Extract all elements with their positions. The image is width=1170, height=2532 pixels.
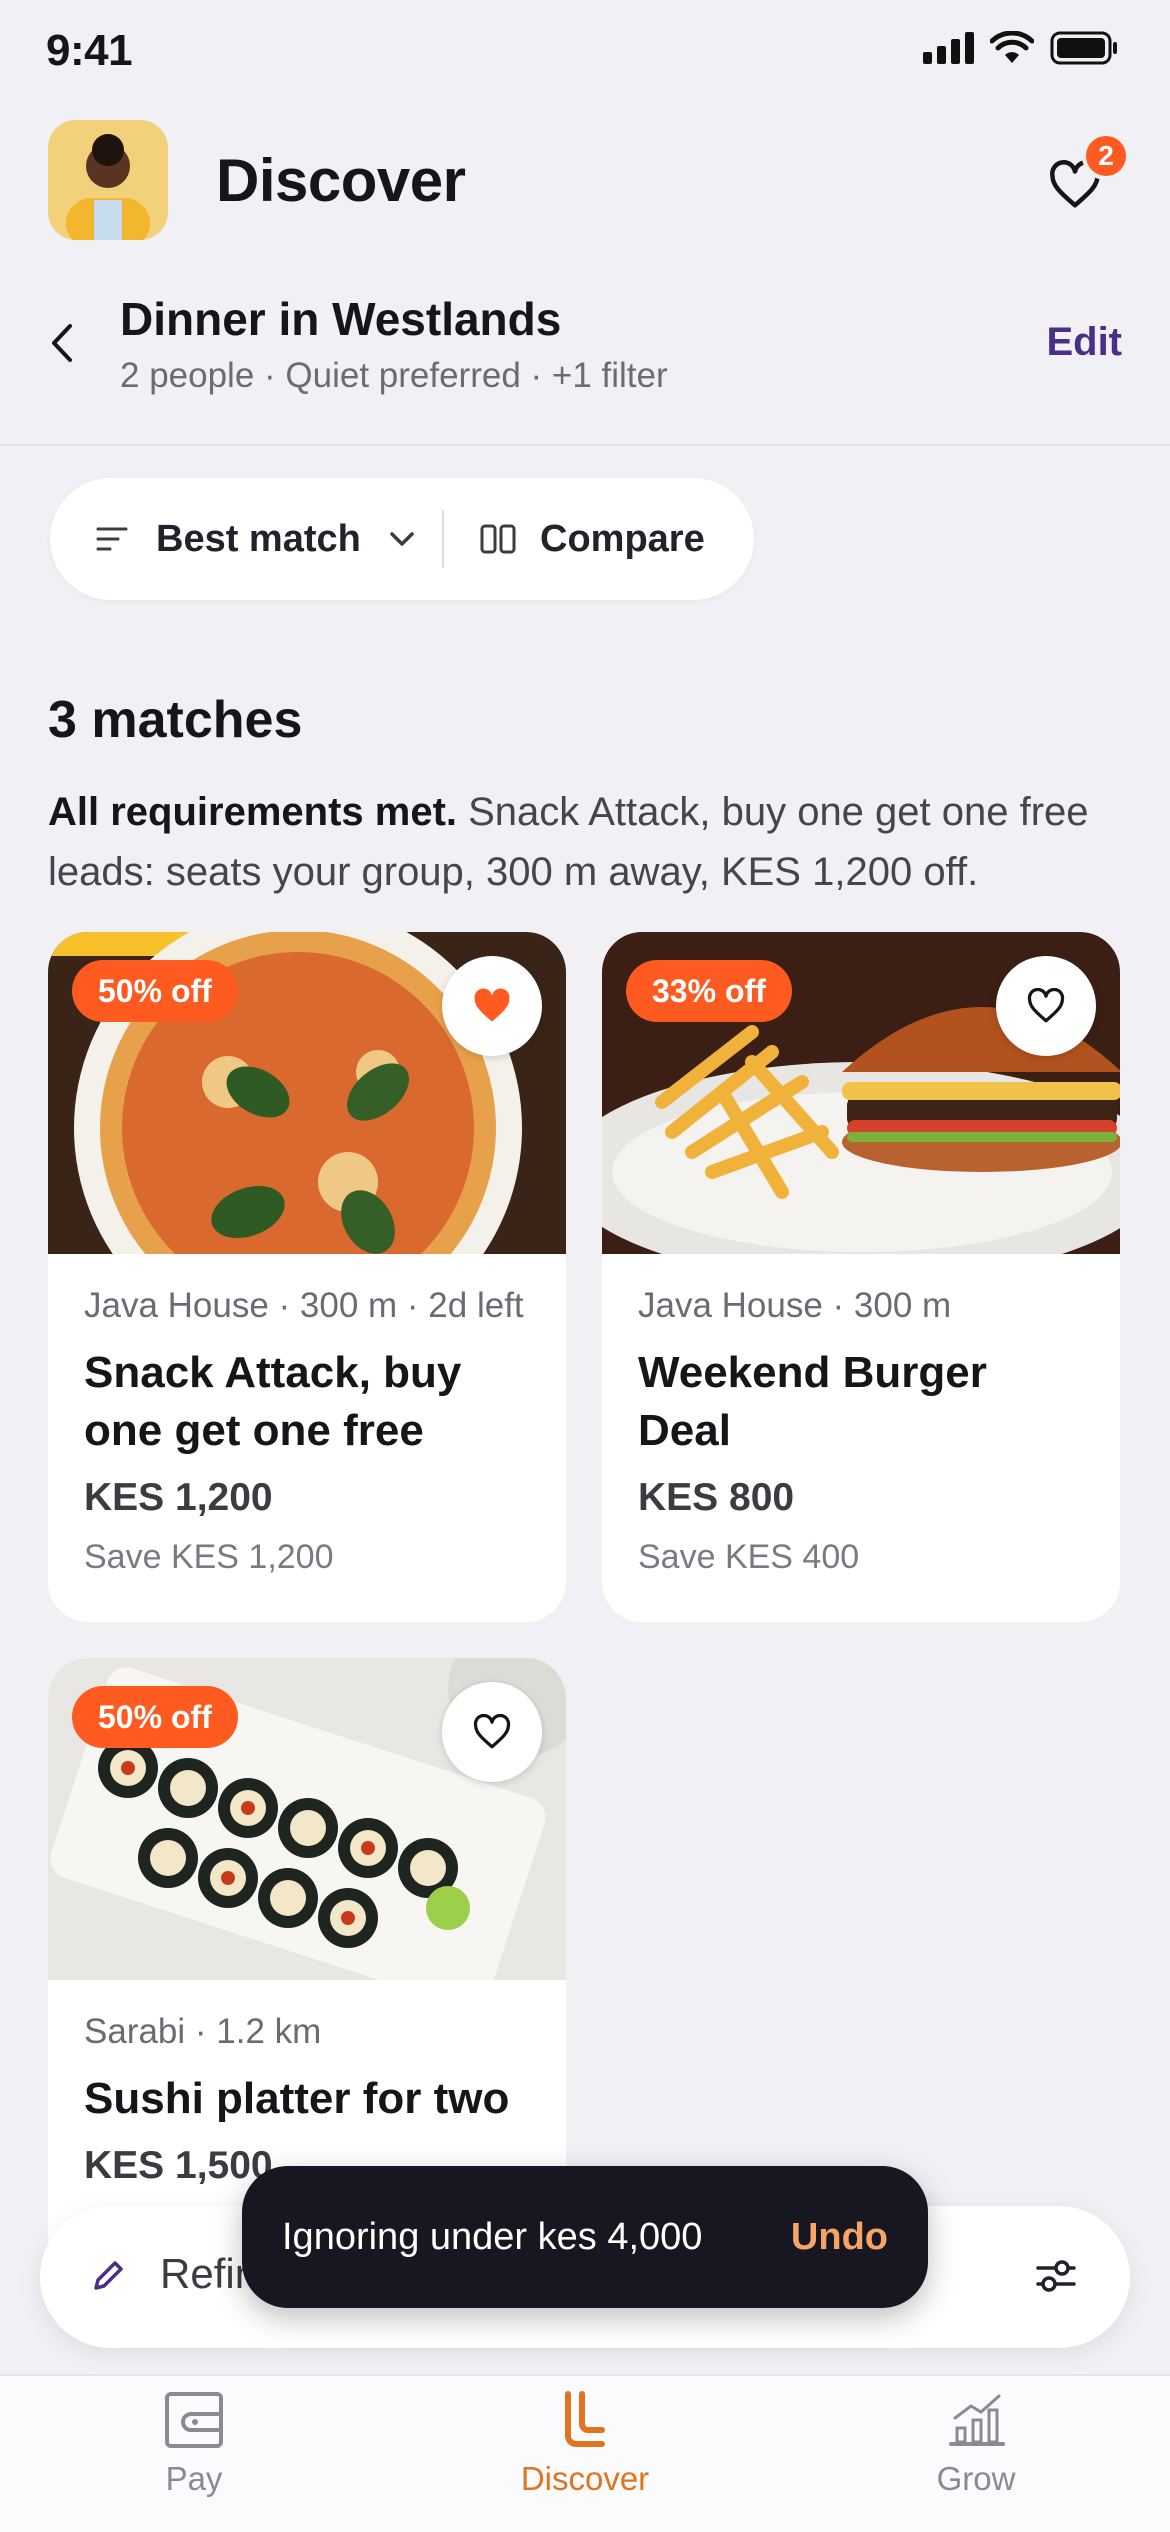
deal-price: KES 1,200	[84, 1476, 273, 1519]
tab-label: Discover	[520, 2460, 650, 2497]
status-time: 9:41	[46, 26, 133, 75]
sort-label: Best match	[156, 517, 361, 560]
page-title: Discover	[216, 147, 466, 214]
battery-icon	[1050, 31, 1117, 65]
favorite-toggle[interactable]	[442, 1682, 542, 1782]
deal-image-sushi: 50% off	[48, 1658, 566, 1980]
discount-badge: 50% off	[72, 1686, 238, 1748]
deal-meta: Sarabi · 1.2 km	[84, 2012, 322, 2051]
discover-icon	[565, 2391, 605, 2447]
undo-button[interactable]: Undo	[791, 2216, 888, 2259]
favorites-count-badge: 2	[1082, 132, 1130, 180]
chevron-left-icon	[52, 324, 72, 362]
discount-badge: 50% off	[72, 960, 238, 1022]
deal-image-burger: 33% off	[602, 932, 1120, 1254]
search-context-subtitle: 2 people · Quiet preferred · +1 filter	[120, 356, 668, 395]
deal-name: Snack Attack, buy one get one free	[84, 1348, 462, 1455]
deal-savings: Save KES 1,200	[84, 1538, 334, 1576]
wifi-icon	[990, 31, 1034, 63]
heart-outline-icon	[473, 1714, 511, 1749]
deal-name: Weekend Burger Deal	[638, 1348, 987, 1455]
edit-button[interactable]: Edit	[1046, 320, 1122, 365]
summary-bold: All requirements met.	[48, 790, 458, 834]
tab-pay[interactable]: Pay	[64, 2388, 324, 2498]
back-button[interactable]	[40, 318, 84, 368]
pencil-icon	[94, 2261, 123, 2290]
deal-image-pizza: 50% off	[48, 932, 566, 1254]
results-summary: All requirements met. Snack Attack, buy …	[48, 782, 1128, 902]
heart-filled-icon	[474, 988, 510, 1022]
avatar[interactable]	[48, 120, 168, 240]
tab-label: Grow	[936, 2460, 1016, 2497]
sort-compare-toolbar: Best match Compare	[50, 478, 754, 600]
deal-card[interactable]: 50% off Java House · 300 m · 2d left Sna…	[48, 932, 566, 1622]
deal-card[interactable]: 33% off Java House · 300 m Weekend Burge…	[602, 932, 1120, 1622]
status-icons	[923, 28, 1120, 68]
sort-button[interactable]: Best match	[50, 478, 442, 600]
tab-grow[interactable]: Grow	[846, 2388, 1106, 2498]
wallet-icon	[165, 2392, 223, 2448]
deal-meta: Java House · 300 m	[638, 1286, 952, 1325]
deal-name: Sushi platter for two	[84, 2074, 510, 2123]
toast-message: Ignoring under kes 4,000	[282, 2215, 703, 2258]
divider	[0, 444, 1170, 446]
deal-savings: Save KES 400	[638, 1538, 860, 1576]
filter-sliders-icon[interactable]	[1034, 2256, 1078, 2296]
search-context-title: Dinner in Westlands	[120, 293, 562, 345]
discount-badge: 33% off	[626, 960, 792, 1022]
favorite-toggle[interactable]	[996, 956, 1096, 1056]
deal-meta: Java House · 300 m · 2d left	[84, 1286, 524, 1325]
chart-icon	[949, 2394, 1005, 2446]
tab-discover[interactable]: Discover	[455, 2388, 715, 2498]
favorite-toggle[interactable]	[442, 956, 542, 1056]
results-count: 3 matches	[48, 691, 303, 749]
compare-icon	[480, 524, 516, 554]
chevron-down-icon	[390, 532, 414, 546]
heart-outline-icon	[1027, 988, 1065, 1023]
tab-label: Pay	[165, 2460, 223, 2497]
compare-button[interactable]: Compare	[444, 478, 705, 600]
deal-price: KES 800	[638, 1476, 795, 1519]
undo-toast: Ignoring under kes 4,000 Undo	[242, 2166, 928, 2308]
cellular-signal-icon	[923, 32, 974, 64]
sort-lines-icon	[96, 527, 128, 551]
compare-label: Compare	[540, 517, 705, 560]
